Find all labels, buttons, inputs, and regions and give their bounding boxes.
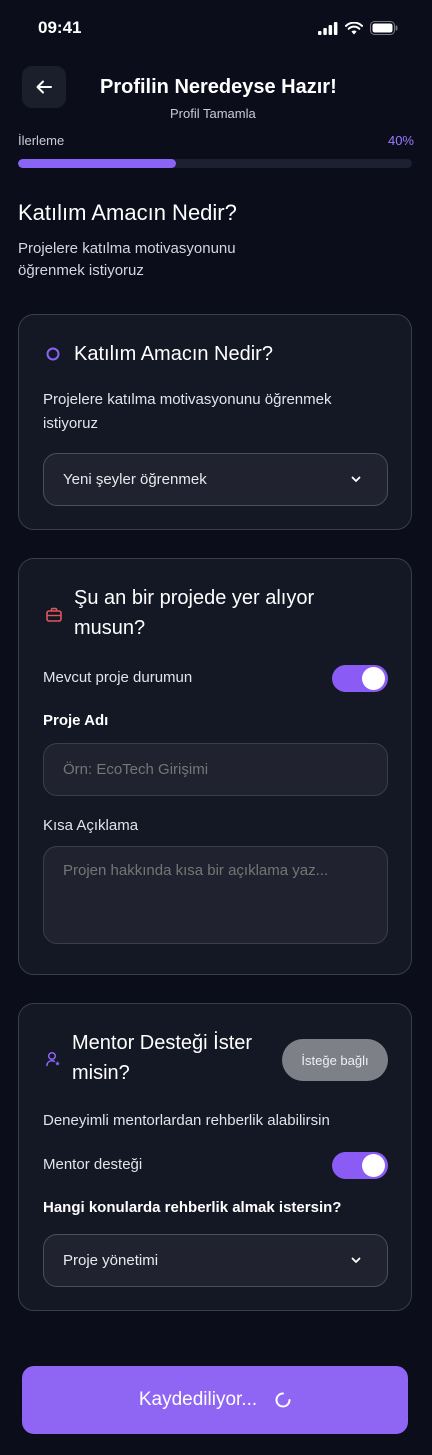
briefcase-icon [46, 607, 62, 622]
wifi-icon [345, 21, 363, 34]
mentor-topics-select-value: Proje yönetimi [63, 1252, 159, 1269]
section-description: Projelere katılma motivasyonunu öğrenmek… [18, 240, 236, 279]
mentor-user-icon [46, 1051, 60, 1067]
purpose-card-title: Katılım Amacın Nedir? [74, 343, 273, 365]
circle-icon [46, 347, 60, 361]
progress-label: İlerleme [18, 133, 65, 148]
loading-spinner-icon [275, 1392, 291, 1408]
toggle-knob [362, 667, 385, 690]
toggle-knob [362, 1154, 385, 1177]
progress-bar [18, 159, 412, 168]
purpose-select-value: Yeni şeyler öğrenmek [63, 471, 207, 488]
purpose-card-description: Projelere katılma motivasyonunu öğrenmek… [43, 391, 332, 432]
purpose-card: Katılım Amacın Nedir? Projelere katılma … [18, 314, 412, 530]
back-button[interactable] [22, 66, 66, 108]
chevron-down-icon [351, 1257, 361, 1263]
project-toggle[interactable] [332, 665, 388, 692]
section-title: Katılım Amacın Nedir? [18, 200, 237, 225]
mentor-topics-label: Hangi konularda rehberlik almak istersin… [43, 1199, 342, 1216]
project-card-title: Şu an bir projede yer alıyor musun? [74, 587, 315, 639]
mentor-toggle[interactable] [332, 1152, 388, 1179]
page-title: Profilin Neredeyse Hazır! [100, 76, 337, 98]
project-toggle-label: Mevcut proje durumun [43, 669, 193, 686]
header: Profilin Neredeyse Hazır! Profil Tamamla [22, 66, 412, 122]
mentor-topics-select[interactable]: Proje yönetimi [43, 1234, 388, 1287]
page-subtitle: Profil Tamamla [170, 106, 256, 121]
mentor-card: Mentor Desteği İster misin? İsteğe bağlı… [18, 1003, 412, 1311]
project-card: Şu an bir projede yer alıyor musun? Mevc… [18, 558, 412, 975]
mentor-toggle-label: Mentor desteği [43, 1156, 143, 1173]
status-icons [318, 21, 398, 35]
save-button[interactable]: Kaydediliyor... [22, 1366, 408, 1434]
arrow-left-icon [36, 80, 52, 94]
progress-fill [18, 159, 176, 168]
purpose-select[interactable]: Yeni şeyler öğrenmek [43, 453, 388, 506]
signal-icon [318, 21, 338, 35]
battery-icon [370, 21, 398, 35]
save-button-label: Kaydediliyor... [138, 1389, 258, 1410]
status-time: 09:41 [38, 18, 82, 37]
mentor-card-description: Deneyimli mentorlardan rehberlik alabili… [43, 1112, 330, 1129]
project-description-input[interactable] [43, 846, 388, 944]
chevron-down-icon [351, 476, 361, 482]
progress-value: 40% [387, 133, 414, 148]
status-bar: 09:41 [0, 0, 432, 56]
mentor-card-title: Mentor Desteği İster misin? [72, 1032, 253, 1084]
project-name-label: Proje Adı [43, 712, 109, 729]
project-name-input[interactable] [43, 743, 388, 796]
optional-badge: İsteğe bağlı [282, 1039, 388, 1081]
project-description-label: Kısa Açıklama [43, 817, 139, 834]
